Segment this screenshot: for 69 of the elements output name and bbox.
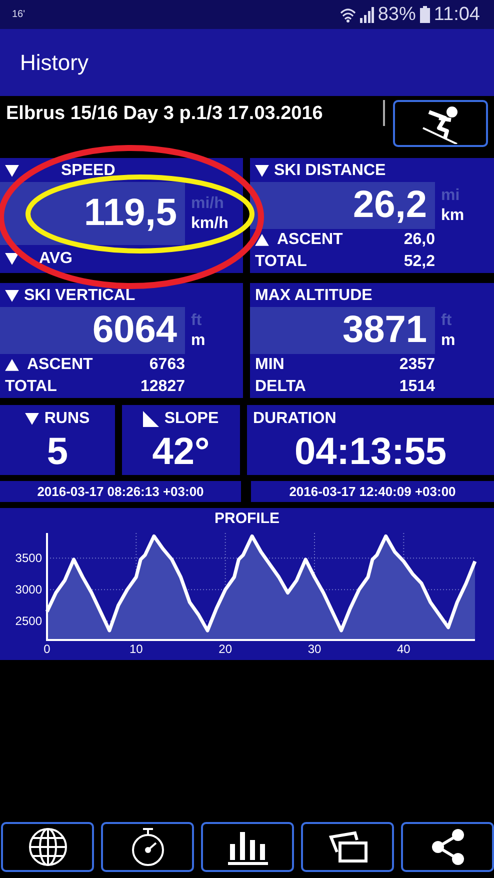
label-text: ASCENT [277, 231, 343, 250]
x-tick-label: 10 [129, 642, 143, 655]
unit-option[interactable]: km/h [191, 214, 228, 234]
triangle-up-icon [5, 359, 19, 372]
session-title: Elbrus 15/16 Day 3 p.1/3 17.03.2016 [6, 100, 385, 126]
stat-value: 26,2 [250, 182, 435, 230]
row-value: 52,2 [404, 253, 435, 272]
label-text: DURATION [253, 410, 336, 428]
label-text: SKI DISTANCE [274, 162, 386, 180]
label-text: DELTA [255, 378, 306, 396]
clock-text: 11:04 [434, 4, 480, 26]
row-value: 2357 [399, 356, 435, 374]
x-tick-label: 40 [396, 642, 410, 655]
toolbar-button[interactable] [1, 822, 94, 872]
label-text: SLOPE [164, 410, 219, 428]
y-tick-label: 2500 [15, 614, 42, 628]
toolbar-button[interactable] [401, 822, 494, 872]
triangle-down-icon [5, 253, 19, 265]
notification-text: 16' [12, 9, 26, 20]
timestamp: 2016-03-17 12:40:09 +03:00 [251, 481, 494, 502]
stat-value: 42° [152, 430, 210, 475]
row-value: 26,0 [404, 231, 435, 250]
x-tick-label: 30 [308, 642, 322, 655]
unit-option[interactable]: m [191, 330, 206, 351]
toolbar-button[interactable] [101, 822, 194, 872]
stat-value: 119,5 [0, 182, 185, 245]
toolbar-button[interactable] [201, 822, 294, 872]
share-icon [430, 828, 466, 866]
triangle-down-icon [5, 290, 19, 302]
unit-option[interactable]: km [441, 206, 464, 226]
label-text: SKI VERTICAL [24, 286, 136, 305]
x-tick-label: 20 [218, 642, 232, 655]
row-value: 12827 [140, 378, 185, 396]
timestamp: 2016-03-17 08:26:13 +03:00 [0, 481, 241, 502]
chart-title: PROFILE [214, 509, 280, 529]
stat-value: 6064 [0, 306, 185, 354]
y-tick-label: 3000 [15, 582, 42, 597]
label-text: MAX ALTITUDE [255, 286, 372, 305]
label-text: AVG [39, 250, 72, 268]
label-text: TOTAL [5, 378, 57, 396]
stat-value: 04:13:55 [293, 430, 448, 475]
triangle-down-icon [5, 165, 19, 177]
triangle-down-icon [25, 413, 40, 425]
x-tick-label: 0 [44, 642, 50, 655]
label-text: ASCENT [27, 356, 93, 374]
skier-icon [420, 104, 460, 144]
label-text: MIN [255, 356, 284, 374]
stat-value: 5 [46, 430, 68, 475]
row-value: 1514 [399, 378, 435, 396]
label-text: SPEED [61, 162, 116, 180]
stat-value: 3871 [250, 306, 435, 354]
photos-icon [328, 829, 368, 865]
toolbar-button[interactable] [301, 822, 394, 872]
unit-option[interactable]: m [441, 330, 456, 351]
wifi-icon [340, 6, 356, 22]
globe-icon [28, 827, 68, 867]
slope-icon [143, 411, 160, 427]
screen-title: History [20, 50, 88, 76]
activity-button[interactable] [393, 100, 488, 147]
triangle-up-icon [255, 234, 269, 246]
battery-text: 83% [378, 4, 416, 26]
label-text: TOTAL [255, 253, 307, 272]
stopwatch-icon [130, 827, 166, 867]
y-tick-label: 3500 [15, 551, 42, 566]
label-text: RUNS [44, 410, 90, 428]
battery-icon [420, 6, 430, 23]
triangle-down-icon [255, 164, 269, 177]
row-value: 6763 [149, 356, 185, 374]
signal-icon [360, 6, 374, 22]
